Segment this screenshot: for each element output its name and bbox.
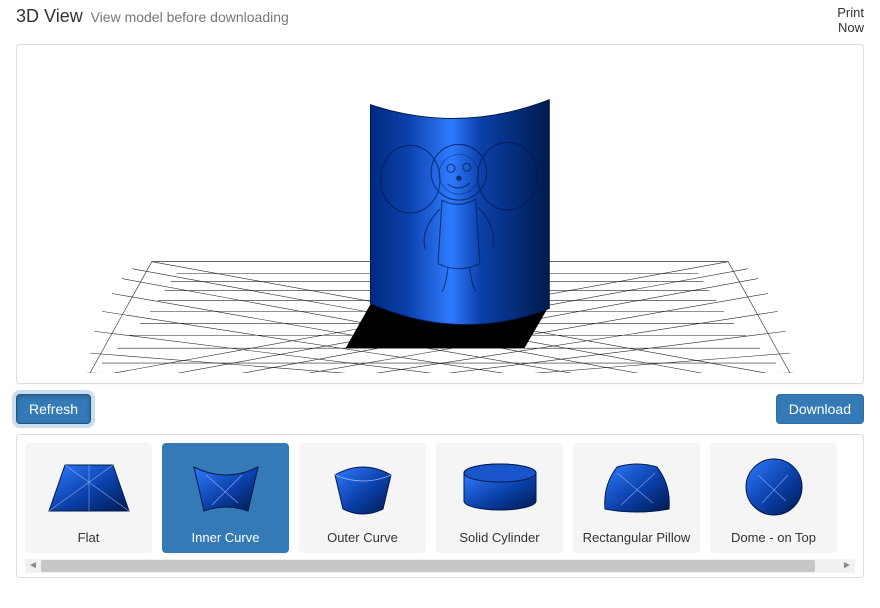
print-now-link[interactable]: Print Now [837, 6, 864, 36]
shape-option-rectangular-pillow[interactable]: Rectangular Pillow [573, 443, 700, 553]
header-left: 3D View View model before downloading [16, 6, 289, 27]
shape-label: Solid Cylinder [459, 530, 539, 545]
3d-viewer[interactable] [16, 44, 864, 384]
panel-subtitle: View model before downloading [91, 9, 289, 25]
shape-option-dome-on-top[interactable]: Dome - on Top [710, 443, 837, 553]
shape-label: Flat [78, 530, 100, 545]
panel-title: 3D View [16, 6, 83, 26]
shape-option-flat[interactable]: Flat [25, 443, 152, 553]
scroll-right-arrow[interactable]: ► [839, 559, 855, 573]
shape-option-inner-curve[interactable]: Inner Curve [162, 443, 289, 553]
shape-label: Dome - on Top [731, 530, 816, 545]
refresh-button[interactable]: Refresh [16, 394, 91, 424]
flat-icon [29, 449, 148, 526]
shape-gallery-panel: Flat Inner Curve Oute [16, 434, 864, 578]
scroll-thumb[interactable] [41, 560, 815, 572]
shape-option-outer-curve[interactable]: Outer Curve [299, 443, 426, 553]
shape-gallery: Flat Inner Curve Oute [25, 443, 855, 553]
action-row: Refresh Download [16, 394, 864, 424]
3d-viewer-canvas[interactable] [27, 55, 853, 373]
shape-option-solid-cylinder[interactable]: Solid Cylinder [436, 443, 563, 553]
shape-label: Inner Curve [192, 530, 260, 545]
scroll-track[interactable] [41, 559, 839, 573]
print-now-line1: Print [837, 5, 864, 20]
shape-label: Outer Curve [327, 530, 398, 545]
gallery-scrollbar[interactable]: ◄ ► [25, 559, 855, 573]
header-bar: 3D View View model before downloading Pr… [0, 0, 880, 44]
scroll-left-arrow[interactable]: ◄ [25, 559, 41, 573]
inner-curve-icon [166, 449, 285, 526]
download-button[interactable]: Download [776, 394, 864, 424]
shape-label: Rectangular Pillow [583, 530, 691, 545]
rectangular-pillow-icon [577, 449, 696, 526]
outer-curve-icon [303, 449, 422, 526]
print-now-line2: Now [838, 20, 864, 35]
dome-on-top-icon [714, 449, 833, 526]
solid-cylinder-icon [440, 449, 559, 526]
